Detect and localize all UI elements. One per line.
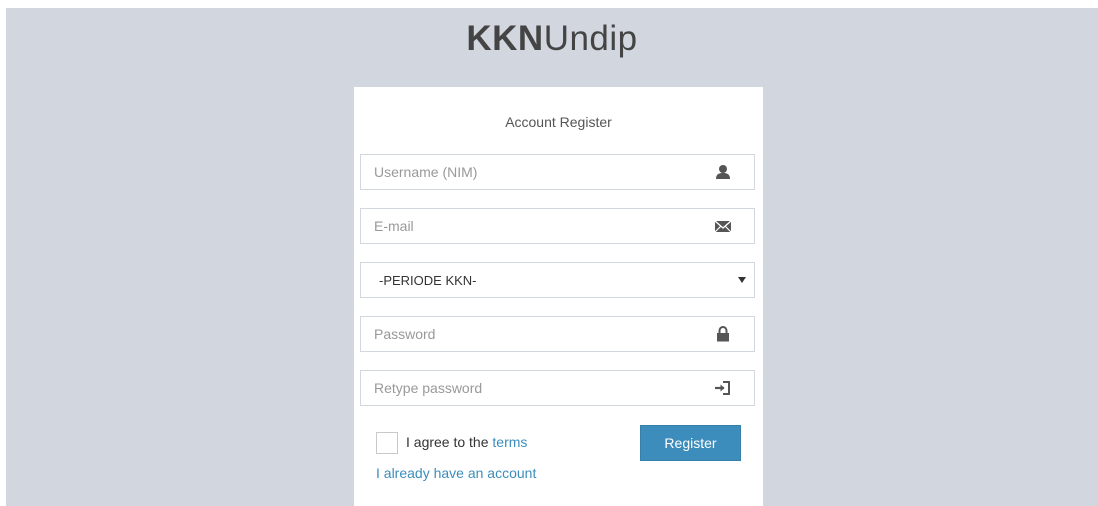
agree-terms-label: I agree to the terms xyxy=(406,434,527,450)
periode-select[interactable]: -PERIODE KKN- xyxy=(360,262,755,298)
register-box-title: Account Register xyxy=(505,114,612,130)
register-box: Account Register -PERIODE KKN- xyxy=(354,87,763,506)
retype-password-input[interactable] xyxy=(361,371,714,405)
username-input[interactable] xyxy=(361,155,714,189)
email-input[interactable] xyxy=(361,209,714,243)
login-page-background: KKNUndip Account Register Username (NIM)… xyxy=(6,8,1098,506)
agree-terms-checkbox[interactable] xyxy=(376,432,398,454)
terms-link[interactable]: terms xyxy=(492,434,527,450)
chevron-down-icon xyxy=(738,277,746,283)
register-button[interactable]: Register xyxy=(640,425,741,461)
user-icon xyxy=(714,164,732,180)
username-field xyxy=(360,154,755,190)
log-in-icon xyxy=(714,380,732,396)
periode-select-value: -PERIODE KKN- xyxy=(379,273,477,288)
password-field xyxy=(360,316,755,352)
envelope-icon xyxy=(714,218,732,234)
password-input[interactable] xyxy=(361,317,714,351)
logo-bold-text: KKN xyxy=(466,19,544,58)
already-have-account-link[interactable]: I already have an account xyxy=(376,465,536,481)
lock-icon xyxy=(714,325,732,342)
logo-light-text: Undip xyxy=(543,19,638,58)
email-field xyxy=(360,208,755,244)
app-logo[interactable]: KKNUndip xyxy=(6,14,1098,64)
retype-password-field xyxy=(360,370,755,406)
agree-terms-text: I agree to the xyxy=(406,434,493,450)
